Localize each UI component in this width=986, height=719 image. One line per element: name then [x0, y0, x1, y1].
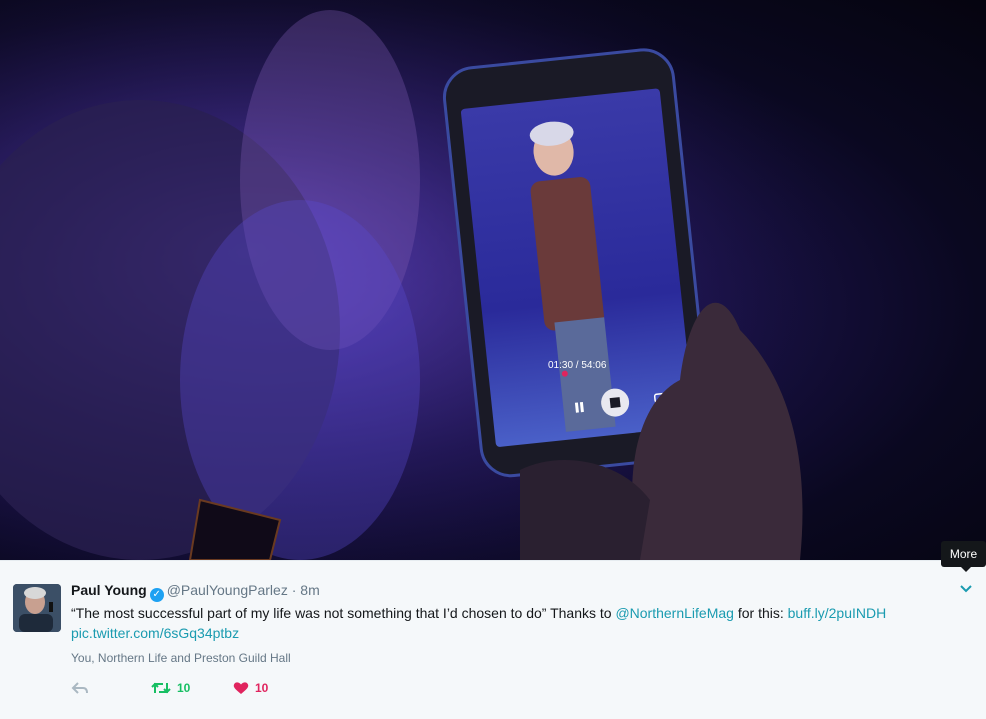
mention-link[interactable]: @NorthernLifeMag [615, 605, 734, 621]
short-url-link[interactable]: buff.ly/2puINDH [788, 605, 887, 621]
reply-button[interactable] [71, 681, 89, 695]
reply-icon [71, 682, 88, 694]
retweet-button[interactable]: 10 [151, 681, 190, 695]
separator: · [291, 582, 297, 598]
tweet-text: “The most successful part of my life was… [71, 603, 951, 643]
social-context[interactable]: You, Northern Life and Preston Guild Hal… [71, 651, 291, 665]
tweet-text-mid: for this: [733, 605, 788, 621]
avatar-image [13, 584, 61, 632]
like-count: 10 [255, 681, 269, 695]
author-handle[interactable]: @PaulYoungParlez [167, 582, 288, 598]
like-button[interactable]: 10 [233, 681, 268, 695]
tweet-text-quote: “The most successful part of my life was… [71, 605, 616, 621]
pic-link[interactable]: pic.twitter.com/6sGq34ptbz [71, 625, 239, 641]
more-options-button[interactable] [956, 581, 976, 597]
heart-icon [233, 682, 249, 694]
chevron-down-icon [960, 585, 972, 593]
concert-photo-graphic [0, 0, 986, 560]
tweet-card[interactable]: Paul Young ✓ @PaulYoungParlez · 8m “The mo… [0, 560, 986, 719]
more-tooltip: More [941, 541, 986, 572]
verified-badge-icon: ✓ [149, 588, 164, 602]
avatar[interactable] [13, 584, 61, 632]
retweet-count: 10 [177, 681, 191, 695]
retweet-icon [151, 682, 171, 694]
author-name[interactable]: Paul Young [71, 582, 147, 598]
tweet-header: Paul Young ✓ @PaulYoungParlez · 8m [71, 582, 320, 602]
phone-recording-timer: 01:30 / 54:06 [548, 360, 607, 371]
tweet-media-image[interactable]: 01:30 / 54:06 [0, 0, 986, 560]
tweet-timestamp[interactable]: 8m [300, 582, 319, 598]
